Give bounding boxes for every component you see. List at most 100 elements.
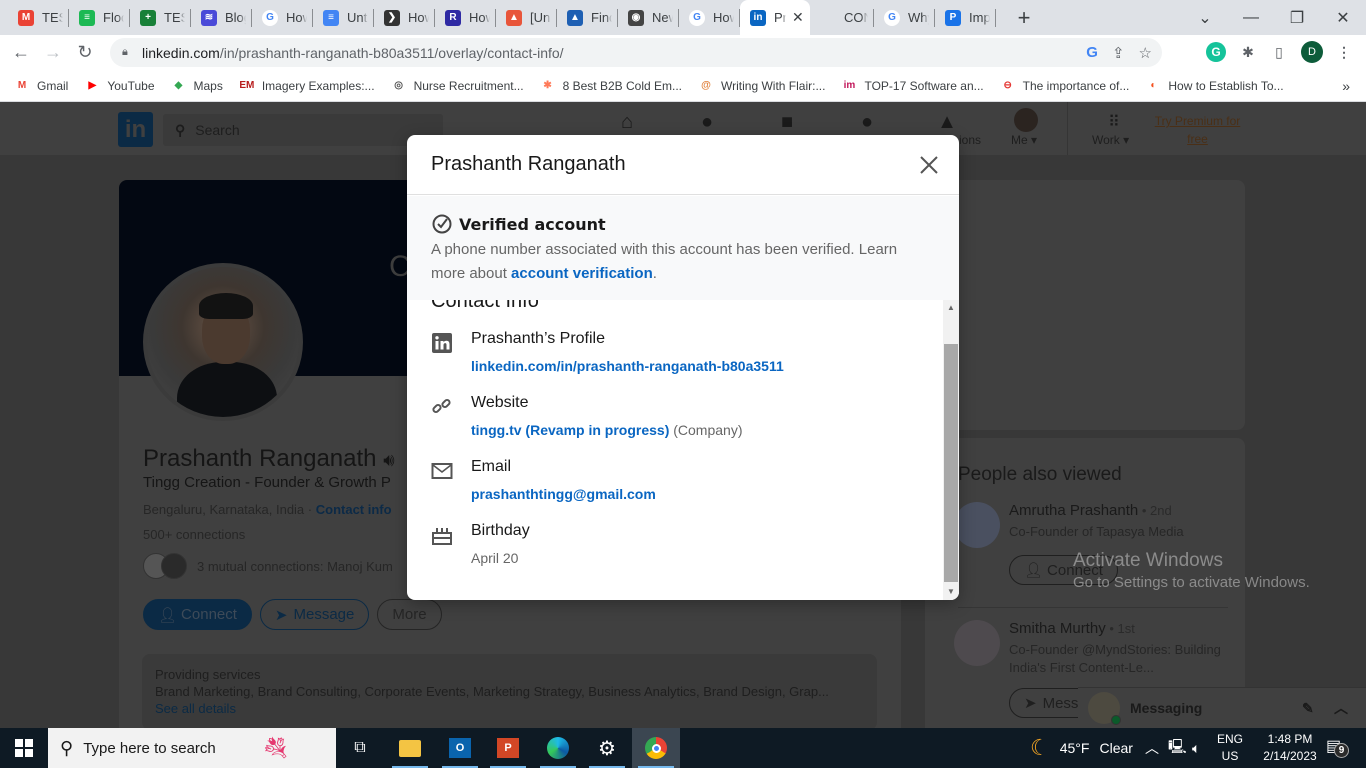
share-icon[interactable]: ⇪ [1112,44,1125,62]
google-lens-icon[interactable]: G [1086,44,1098,61]
bookmark-item[interactable]: ◐ How to Establish To... [1145,79,1283,93]
search-input[interactable]: ⚲ Search [163,114,443,146]
clock[interactable]: 1:48 PM 2/14/2023 [1254,731,1326,765]
try-premium-link[interactable]: Try Premium for free [1150,112,1245,148]
reload-button[interactable]: ↻ [70,38,100,68]
weather-widget[interactable]: ☾ 45°F Clear [1030,728,1133,768]
bookmark-item[interactable]: ✱ 8 Best B2B Cold Em... [540,79,682,93]
settings-button[interactable]: ⚙ [583,728,631,768]
browser-tab[interactable]: ≡ Untit [313,0,374,35]
browser-tab[interactable]: ≡ Flock [69,0,130,35]
more-button[interactable]: More [377,599,442,630]
bookmark-item[interactable]: im TOP-17 Software an... [841,79,984,93]
contact-info-link[interactable]: Contact info [316,502,392,517]
back-button[interactable]: ← [6,38,36,68]
scroll-up-arrow[interactable]: ▲ [943,300,959,316]
language-indicator[interactable]: ENG US [1214,731,1246,765]
me-menu[interactable]: Me ▾ [1011,133,1037,147]
file-explorer-button[interactable] [386,728,434,768]
minimize-button[interactable]: — [1228,0,1274,35]
profile-avatar[interactable]: D [1298,38,1326,66]
bookmark-item[interactable]: M Gmail [14,79,69,93]
profile-photo[interactable] [143,263,303,421]
notifications-label[interactable]: ions [959,133,981,147]
close-modal-button[interactable] [917,153,941,177]
scroll-thumb[interactable] [944,344,958,582]
browser-tab[interactable]: ▲ Find [557,0,618,35]
browser-tab[interactable]: R How [435,0,496,35]
person-avatar[interactable] [954,620,1000,666]
address-bar[interactable]: 🔒︎ linkedin.com/in/prashanth-ranganath-b… [110,38,1162,67]
connections-count[interactable]: 500+ connections [143,527,245,542]
my-network-icon[interactable]: ● [692,110,722,134]
me-avatar[interactable] [1014,108,1038,132]
browser-tab[interactable]: + TESTI [130,0,191,35]
scroll-down-arrow[interactable]: ▼ [943,584,959,600]
browser-tab[interactable]: G How [679,0,740,35]
forward-button[interactable]: → [38,38,68,68]
chrome-menu-icon[interactable]: ⋮ [1330,38,1358,66]
browser-tab[interactable]: G Why [874,0,935,35]
restore-button[interactable]: ❐ [1274,0,1320,35]
bookmarks-overflow-button[interactable]: » [1342,78,1350,94]
bookmark-item[interactable]: @ Writing With Flair:... [698,79,825,93]
browser-tab[interactable]: P Impo [935,0,996,35]
start-button[interactable] [0,728,48,768]
connect-button[interactable]: 👤︎ Connect [143,599,252,630]
website-link[interactable]: tingg.tv (Revamp in progress) [471,422,669,438]
person-name-line[interactable]: Smitha Murthy • 1st [1009,620,1135,637]
account-verification-link[interactable]: account verification [511,265,653,282]
url-text[interactable]: linkedin.com/in/prashanth-ranganath-b80a… [142,45,564,61]
bookmark-item[interactable]: ◆ Maps [171,79,223,93]
browser-tab[interactable]: G How [252,0,313,35]
new-tab-button[interactable]: + [1010,5,1038,31]
work-menu[interactable]: Work ▾ [1092,133,1129,147]
tab-active[interactable]: in Pr ✕ [740,0,810,35]
see-all-details-link[interactable]: See all details [155,700,864,717]
close-tab-icon[interactable]: ✕ [792,9,804,26]
browser-tab[interactable]: ▲ [Unlin [496,0,557,35]
side-panel-icon[interactable]: ▯ [1265,38,1293,66]
message-button[interactable]: ➤ Message [259,599,370,630]
bookmark-item[interactable]: ⊖ The importance of... [1000,79,1129,93]
volume-icon[interactable]: 🔈︎ [1192,728,1200,768]
email-link[interactable]: prashanthtingg@gmail.com [471,486,656,502]
chrome-taskbar-button[interactable] [632,728,680,768]
bookmark-item[interactable]: ◎ Nurse Recruitment... [391,79,523,93]
close-window-button[interactable]: ✕ [1320,0,1366,35]
browser-tab[interactable]: ≋ Blog [191,0,252,35]
edge-button[interactable] [534,728,582,768]
bookmark-star-icon[interactable]: ☆ [1139,44,1152,62]
compose-icon[interactable]: ✎ [1302,700,1314,717]
task-view-button[interactable]: ⧉ [336,728,384,768]
home-icon[interactable]: ⌂ [612,110,642,134]
person-avatar[interactable] [954,502,1000,548]
messaging-bar[interactable]: Messaging ✎ ︿ [1078,687,1366,728]
linkedin-logo[interactable]: in [118,112,153,147]
pronunciation-speaker-icon[interactable]: 🔊︎ [383,450,394,470]
bookmark-item[interactable]: EM Imagery Examples:... [239,79,374,93]
person-name-line[interactable]: Amrutha Prashanth • 2nd [1009,502,1172,519]
grammarly-extension-icon[interactable]: G [1202,38,1230,66]
work-grid-icon[interactable]: ⠿ [1098,110,1128,134]
powerpoint-button[interactable]: P [484,728,532,768]
browser-tab[interactable]: ◉ New [618,0,679,35]
browser-tab[interactable]: ❯ How [374,0,435,35]
jobs-briefcase-icon[interactable]: ■ [772,110,802,134]
notifications-bell-icon[interactable]: ▲ [932,110,962,134]
show-hidden-icons-button[interactable]: ︿ [1145,728,1159,768]
mutual-connections[interactable]: 3 mutual connections: Manoj Kum [143,553,408,579]
outlook-button[interactable]: O [436,728,484,768]
extensions-puzzle-icon[interactable]: ✱ [1234,38,1262,66]
action-center-button[interactable]: ▤ 9 [1326,736,1350,760]
modal-scrollbar[interactable]: ▲ ▼ [943,300,959,600]
browser-tab[interactable]: M TESTI [8,0,69,35]
chevron-up-icon[interactable]: ︿ [1334,698,1348,718]
messaging-icon[interactable]: ● [852,110,882,134]
bookmark-item[interactable]: ▶ YouTube [84,79,154,93]
tab-search-button[interactable]: ⌄ [1182,0,1228,35]
taskbar-search-box[interactable]: ⚲ Type here to search 💐︎ [48,728,336,768]
browser-tab[interactable]: CON [810,0,874,35]
profile-url-link[interactable]: linkedin.com/in/prashanth-ranganath-b80a… [471,358,784,374]
network-icon[interactable]: 🖳︎ [1168,728,1187,768]
